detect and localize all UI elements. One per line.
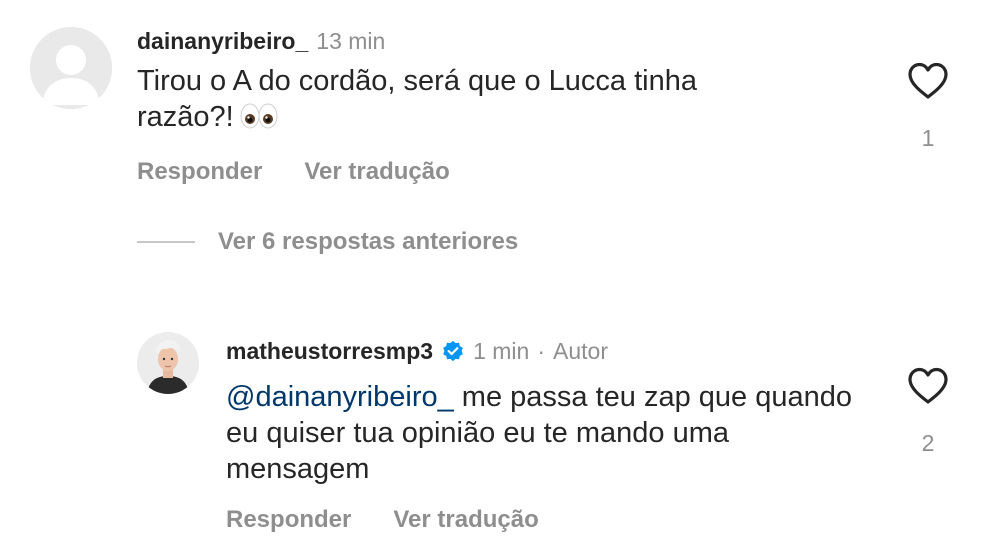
reply-like-count: 2: [921, 430, 935, 456]
reply-username[interactable]: matheustorresmp3: [226, 337, 433, 365]
mention-link[interactable]: @dainanyribeiro_: [226, 381, 454, 413]
meta-separator: ·: [537, 338, 545, 364]
default-avatar[interactable]: [30, 27, 112, 109]
reply-text: @dainanyribeiro_ me passa teu zap que qu…: [226, 379, 866, 487]
translate-button[interactable]: Ver tradução: [304, 158, 449, 185]
translate-button[interactable]: Ver tradução: [393, 506, 538, 533]
heart-icon[interactable]: [906, 61, 950, 101]
heart-icon[interactable]: [906, 366, 950, 406]
view-previous-replies[interactable]: Ver 6 respostas anteriores: [137, 228, 518, 256]
default-avatar-icon: [30, 27, 112, 109]
comment-text: Tirou o A do cordão, será que o Lucca ti…: [137, 63, 797, 139]
reply-button[interactable]: Responder: [137, 158, 262, 185]
reply-actions: Responder Ver tradução: [226, 506, 581, 534]
author-tag: Autor: [553, 338, 608, 364]
comment-time: 13 min: [316, 28, 386, 54]
replies-divider: [137, 241, 195, 243]
comment-header: dainanyribeiro_ 13 min: [137, 27, 385, 55]
reply-time: 1 min: [473, 338, 530, 364]
verified-badge-icon: [443, 340, 463, 362]
reply-button[interactable]: Responder: [226, 506, 351, 533]
comment-body: Tirou o A do cordão, será que o Lucca ti…: [137, 65, 697, 133]
view-replies-label: Ver 6 respostas anteriores: [218, 228, 519, 255]
comment-like-count: 1: [921, 125, 935, 151]
author-avatar-photo: [137, 332, 199, 394]
comment-actions: Responder Ver tradução: [137, 158, 492, 186]
reply-header: matheustorresmp3 1 min · Autor: [226, 337, 608, 365]
author-avatar[interactable]: [137, 332, 199, 394]
comment-username[interactable]: dainanyribeiro_: [137, 27, 308, 55]
eyes-emoji: [240, 102, 278, 139]
